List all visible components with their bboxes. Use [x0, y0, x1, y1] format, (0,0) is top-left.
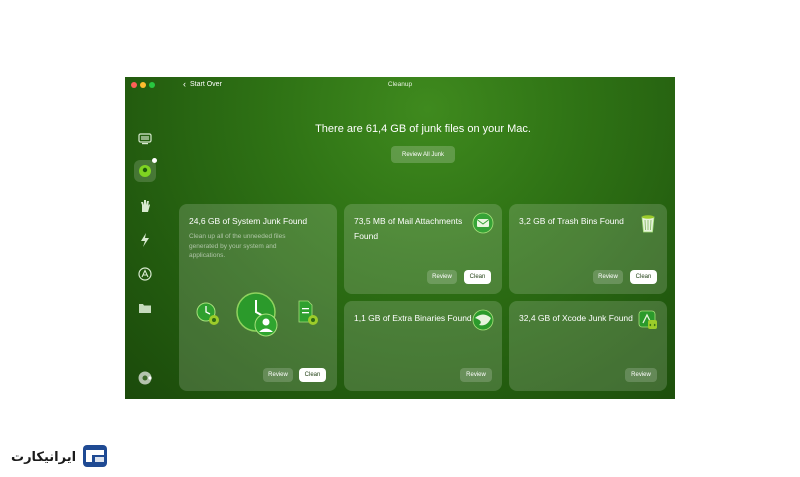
cleanup-icon: [139, 165, 151, 177]
performance-icon: [141, 233, 149, 247]
xcode-icon: [638, 310, 657, 329]
document-gear-icon: [298, 300, 318, 325]
junk-summary-headline: There are 61,4 GB of junk files on your …: [315, 123, 531, 135]
sidebar-item-protection[interactable]: [134, 195, 156, 217]
trash-icon: [641, 215, 655, 233]
extra-binaries-title: 1,1 GB of Extra Binaries Found: [354, 313, 472, 323]
xcode-junk-card[interactable]: 32,4 GB of Xcode Junk Found Review: [509, 301, 667, 391]
sidebar-item-cleanup[interactable]: [134, 158, 157, 182]
trash-review-button[interactable]: Review: [593, 270, 623, 284]
sidebar: [125, 127, 165, 399]
applications-icon: [138, 267, 152, 281]
sidebar-item-files[interactable]: [134, 297, 156, 319]
assistant-button[interactable]: [134, 367, 156, 389]
assistant-icon: [138, 371, 152, 385]
system-junk-review-button[interactable]: Review: [263, 368, 293, 382]
mail-icon: [472, 212, 494, 234]
cleanmymac-window: ‹ Start Over Cleanup There are 61,4 GB o…: [125, 77, 675, 399]
sidebar-item-smart-scan[interactable]: [134, 128, 156, 150]
notification-dot: [152, 158, 157, 163]
extra-binaries-review-button[interactable]: Review: [460, 368, 492, 382]
mail-attachments-card[interactable]: 73,5 MB of Mail Attachments Found Review…: [344, 204, 502, 294]
mail-attachments-title: 73,5 MB of Mail Attachments Found: [354, 216, 463, 241]
watermark-logo: ایرانیکارت: [11, 445, 107, 467]
extra-binaries-card[interactable]: 1,1 GB of Extra Binaries Found Review: [344, 301, 502, 391]
title-bar: ‹ Start Over Cleanup: [125, 77, 675, 93]
svg-text:ایرانیکارت: ایرانیکارت: [11, 450, 76, 465]
clock-gear-icon: [196, 302, 219, 325]
sidebar-item-applications[interactable]: [134, 263, 156, 285]
review-all-junk-button[interactable]: Review All Junk: [391, 146, 455, 163]
system-junk-description: Clean up all of the unneeded files gener…: [189, 233, 286, 259]
sidebar-item-performance[interactable]: [134, 229, 156, 251]
trash-bins-card[interactable]: 3,2 GB of Trash Bins Found Review Clean: [509, 204, 667, 294]
mail-review-button[interactable]: Review: [427, 270, 457, 284]
system-junk-card[interactable]: 24,6 GB of System Junk Found Clean up al…: [179, 204, 337, 391]
xcode-junk-title: 32,4 GB of Xcode Junk Found: [519, 313, 633, 323]
trash-bins-title: 3,2 GB of Trash Bins Found: [519, 216, 624, 226]
smart-scan-icon: [138, 133, 152, 145]
system-junk-clean-button[interactable]: Clean: [299, 368, 326, 382]
folder-icon: [139, 304, 151, 313]
trash-clean-button[interactable]: Clean: [630, 270, 657, 284]
window-title: Cleanup: [387, 81, 413, 88]
user-clock-icon: [236, 292, 278, 337]
protection-icon: [141, 200, 150, 212]
binaries-icon: [472, 309, 494, 331]
system-junk-illustration: [196, 292, 318, 337]
xcode-review-button[interactable]: Review: [625, 368, 657, 382]
mail-clean-button[interactable]: Clean: [464, 270, 491, 284]
system-junk-title: 24,6 GB of System Junk Found: [189, 216, 308, 226]
